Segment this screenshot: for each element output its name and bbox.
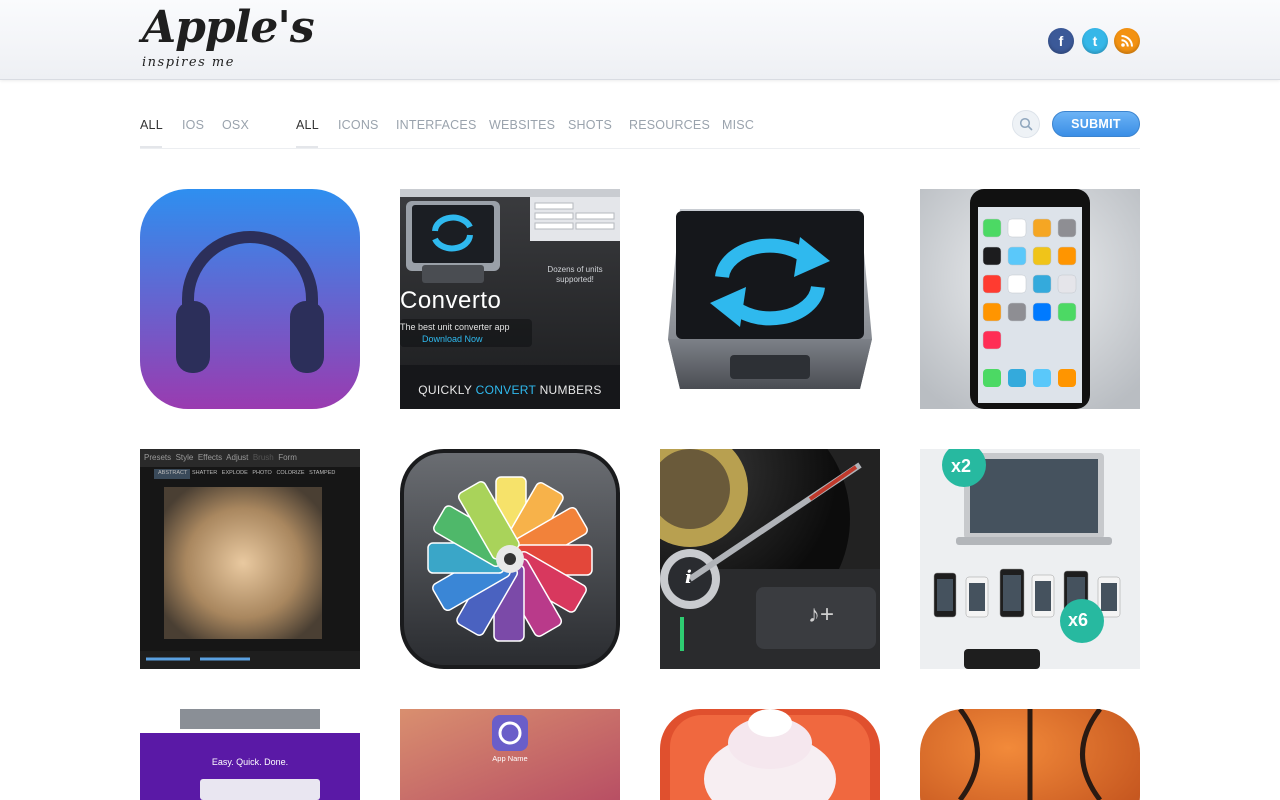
iphone-icon: [920, 189, 1140, 409]
search-icon: [1019, 117, 1033, 131]
gallery-item-app-template[interactable]: App Name: [400, 709, 620, 800]
cupcake-icon: [660, 709, 880, 800]
gallery-item-converto-promo[interactable]: Converto The best unit converter app Dow…: [400, 189, 620, 409]
phone-screen: [1003, 575, 1021, 611]
iphone-app-icon: [982, 330, 1002, 350]
site-header: Apple's inspires me f t: [0, 0, 1280, 80]
gallery-item-iphone-mockup[interactable]: [920, 189, 1140, 409]
gallery-item-turntable[interactable]: i ♪+: [660, 449, 880, 669]
iphone-app-icon: [982, 274, 1002, 294]
iphone-dock-icon: [1033, 369, 1051, 387]
search-button[interactable]: [1012, 110, 1040, 138]
iphone-app-icon: [1007, 274, 1027, 294]
logo-title: Apple's: [142, 2, 315, 53]
site-logo[interactable]: Apple's inspires me: [140, 2, 315, 74]
iphone-app-icon: [1057, 302, 1077, 322]
phone-screen: [969, 583, 985, 611]
iphone-app-icon: [982, 218, 1002, 238]
add-music-icon: ♪+: [808, 601, 835, 628]
iphone-app-icon: [1007, 302, 1027, 322]
gallery-item-device-mockups[interactable]: x2 x6: [920, 449, 1140, 669]
filter-category-interfaces[interactable]: INTERFACES: [396, 118, 477, 132]
iphone-app-icon: [1032, 246, 1052, 266]
active-platform-indicator: [140, 146, 162, 148]
headphones-icon: [140, 189, 360, 409]
gallery-item-basketball[interactable]: [920, 709, 1140, 800]
gallery-item-headphones[interactable]: [140, 189, 360, 409]
filter-category-shots[interactable]: SHOTS: [568, 118, 612, 132]
badge-x2: x2: [951, 456, 972, 476]
converto-tagline: The best unit converter app: [400, 322, 510, 332]
iphone-app-icon: [1057, 218, 1077, 238]
converto-note: Dozens of units supported!: [547, 265, 603, 284]
filter-platform-all[interactable]: ALL: [140, 118, 163, 132]
gallery-item-converto-icon[interactable]: [660, 189, 880, 409]
iphone-app-icon: [982, 302, 1002, 322]
color-wheel-icon: [400, 449, 620, 669]
iphone-dock-icon: [1008, 369, 1026, 387]
facebook-icon[interactable]: f: [1048, 28, 1074, 54]
filter-nav: ALL IOS OSX ALL ICONS INTERFACES WEBSITE…: [140, 100, 1140, 149]
gallery-item-photo-editor[interactable]: Presets Style Effects Adjust Brush Form …: [140, 449, 360, 669]
filter-platform-osx[interactable]: OSX: [222, 118, 249, 132]
phone-screen: [1101, 583, 1117, 611]
filter-category-misc[interactable]: MISC: [722, 118, 754, 132]
filter-category-websites[interactable]: WEBSITES: [489, 118, 555, 132]
sync-icon: [668, 209, 872, 389]
rss-icon[interactable]: [1114, 28, 1140, 54]
gallery-item-color-wheel[interactable]: [400, 449, 620, 669]
iphone-app-icon: [1057, 274, 1077, 294]
phone-screen: [937, 579, 953, 611]
iphone-app-icon: [1032, 302, 1052, 322]
filter-platform-ios[interactable]: IOS: [182, 118, 204, 132]
turntable-icon: [660, 449, 880, 669]
iphone-app-icon: [982, 246, 1002, 266]
editor-subtab-bar: ABSTRACT SHATTER EXPLODE PHOTO COLORIZE …: [158, 470, 336, 476]
iphone-app-icon: [1007, 218, 1027, 238]
submit-button[interactable]: SUBMIT: [1052, 111, 1140, 137]
twitter-icon[interactable]: t: [1082, 28, 1108, 54]
iphone-dock-icon: [1058, 369, 1076, 387]
gallery-item-web-design[interactable]: Easy. Quick. Done.: [140, 709, 360, 800]
converto-banner: QUICKLY CONVERT NUMBERS: [418, 383, 602, 397]
logo-tagline: inspires me: [142, 55, 235, 70]
converto-download-link: Download Now: [422, 334, 483, 344]
filter-category-all[interactable]: ALL: [296, 118, 319, 132]
converto-title: Converto: [400, 287, 502, 314]
web-tagline: Easy. Quick. Done.: [211, 757, 289, 767]
iphone-app-icon: [1032, 218, 1052, 238]
phone-screen: [1035, 581, 1051, 611]
filter-category-resources[interactable]: RESOURCES: [629, 118, 710, 132]
iphone-app-icon: [1032, 274, 1052, 294]
filter-category-icons[interactable]: ICONS: [338, 118, 379, 132]
basketball-icon: [920, 709, 1140, 800]
editor-tab-bar: Presets Style Effects Adjust Brush Form: [144, 453, 297, 462]
devices-icon: [920, 449, 1140, 669]
iphone-app-icon: [1007, 246, 1027, 266]
info-icon: i: [685, 567, 692, 588]
gallery-item-cupcake[interactable]: [660, 709, 880, 800]
active-category-indicator: [296, 146, 318, 148]
iphone-dock-icon: [983, 369, 1001, 387]
badge-x6: x6: [1068, 610, 1089, 630]
iphone-app-icon: [1057, 246, 1077, 266]
app-name-label: App Name: [492, 754, 528, 763]
